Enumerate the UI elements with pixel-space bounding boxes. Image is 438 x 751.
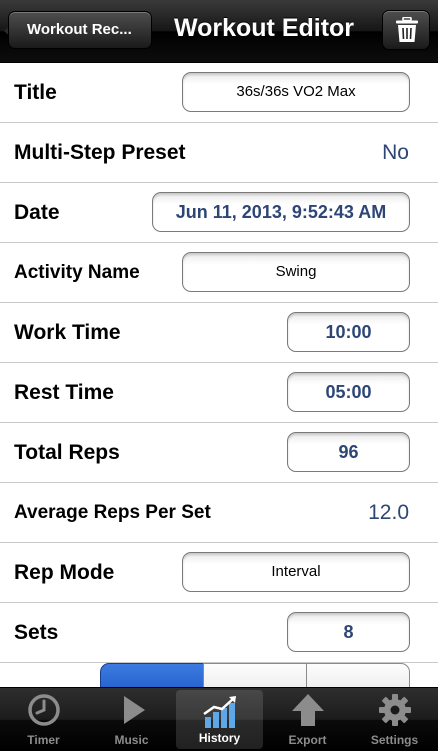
rest-time-label: Rest Time	[14, 381, 114, 404]
tab-history[interactable]: History	[176, 690, 263, 749]
tab-history-label: History	[198, 731, 241, 745]
title-label: Title	[14, 81, 57, 104]
gear-icon	[379, 694, 411, 726]
trash-icon	[396, 17, 418, 42]
navigation-bar: Workout Rec... Workout Editor	[0, 0, 438, 63]
rep-mode-label: Rep Mode	[14, 561, 115, 584]
row-total-reps: Total Reps 96	[0, 423, 438, 483]
delete-button[interactable]	[382, 10, 430, 50]
date-field[interactable]: Jun 11, 2013, 9:52:43 AM	[152, 192, 410, 232]
title-field[interactable]: 36s/36s VO2 Max	[182, 72, 410, 112]
tab-timer[interactable]: Timer	[0, 688, 87, 751]
tab-bar: Timer Music History Export Settings	[0, 687, 438, 751]
play-icon	[124, 696, 145, 724]
workout-form: Title 36s/36s VO2 Max Multi-Step Preset …	[0, 63, 438, 687]
tab-music-label: Music	[114, 733, 149, 747]
row-average-reps: Average Reps Per Set 12.0	[0, 483, 438, 543]
chart-icon	[203, 696, 236, 728]
date-label: Date	[14, 201, 60, 224]
sets-label: Sets	[14, 621, 59, 644]
up-arrow-icon	[292, 694, 324, 726]
sets-field[interactable]: 8	[287, 612, 410, 652]
row-date: Date Jun 11, 2013, 9:52:43 AM	[0, 183, 438, 243]
tab-export-label: Export	[288, 733, 327, 747]
multistep-preset-label: Multi-Step Preset	[14, 141, 186, 164]
segmented-control-row	[0, 663, 438, 687]
average-reps-label: Average Reps Per Set	[14, 502, 211, 523]
tab-export[interactable]: Export	[264, 688, 351, 751]
tab-timer-label: Timer	[27, 733, 60, 747]
tab-music[interactable]: Music	[88, 688, 175, 751]
clock-icon	[28, 694, 60, 726]
row-rep-mode: Rep Mode Interval	[0, 543, 438, 603]
row-sets: Sets 8	[0, 603, 438, 663]
multistep-preset-value[interactable]: No	[382, 123, 409, 182]
total-reps-field[interactable]: 96	[287, 432, 410, 472]
segment-2[interactable]	[203, 663, 307, 687]
page-title: Workout Editor	[173, 14, 355, 42]
rest-time-field[interactable]: 05:00	[287, 372, 410, 412]
segment-1[interactable]	[100, 663, 204, 687]
row-multistep-preset[interactable]: Multi-Step Preset No	[0, 123, 438, 183]
tab-settings-label: Settings	[370, 733, 419, 747]
back-button[interactable]: Workout Rec...	[8, 11, 152, 49]
tab-settings[interactable]: Settings	[351, 688, 438, 751]
row-work-time: Work Time 10:00	[0, 303, 438, 363]
activity-name-label: Activity Name	[14, 262, 140, 283]
segment-3[interactable]	[306, 663, 410, 687]
average-reps-value: 12.0	[368, 501, 409, 524]
work-time-field[interactable]: 10:00	[287, 312, 410, 352]
row-activity-name: Activity Name Swing	[0, 243, 438, 303]
work-time-label: Work Time	[14, 321, 121, 344]
total-reps-label: Total Reps	[14, 441, 120, 464]
row-title: Title 36s/36s VO2 Max	[0, 63, 438, 123]
row-rest-time: Rest Time 05:00	[0, 363, 438, 423]
activity-name-field[interactable]: Swing	[182, 252, 410, 292]
rep-mode-field[interactable]: Interval	[182, 552, 410, 592]
